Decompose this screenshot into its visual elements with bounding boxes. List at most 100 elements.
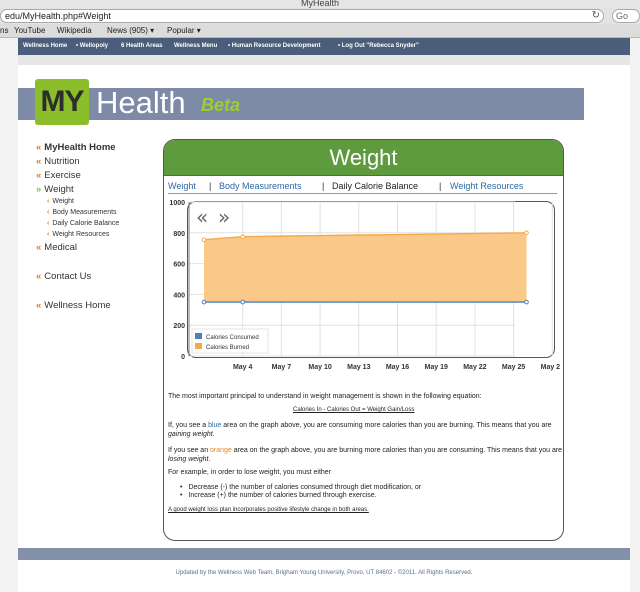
nav-health-areas[interactable]: 6 Health Areas xyxy=(121,38,162,55)
tab-weight[interactable]: Weight xyxy=(168,181,196,191)
calorie-area xyxy=(204,232,527,303)
chevron-icon: « xyxy=(36,300,42,311)
panel-header: Weight xyxy=(164,140,563,176)
chevron-icon: « xyxy=(36,156,42,167)
x-tick-label: May 22 xyxy=(463,364,486,371)
equation: Calories In - Calories Out = Weight Gain… xyxy=(293,407,415,413)
y-tick-label: 800 xyxy=(173,231,185,238)
text-part: If, you see a xyxy=(168,422,209,429)
sidebar-subitem-label: Body Measurements xyxy=(52,209,117,216)
sidebar-item-medical[interactable]: «Medical xyxy=(36,242,77,253)
tab-separator: | xyxy=(439,181,442,191)
chevron-icon: « xyxy=(36,271,42,282)
sidebar-item-home[interactable]: «MyHealth Home xyxy=(36,142,116,153)
sidebar-item-exercise[interactable]: «Exercise xyxy=(36,170,81,181)
point-consumed xyxy=(240,299,245,305)
legend-label: Calories Consumed xyxy=(206,335,259,341)
address-bar[interactable]: edu/MyHealth.php#Weight ↻ xyxy=(0,9,604,23)
x-tick-label: May 19 xyxy=(425,364,448,371)
tab-body-measurements[interactable]: Body Measurements xyxy=(219,181,302,191)
bullet-text: Increase (+) the number of calories burn… xyxy=(188,492,377,499)
sidebar-subitem-label: Weight Resources xyxy=(52,231,110,238)
sidebar-item-wellness-home[interactable]: «Wellness Home xyxy=(36,300,111,311)
bullet-text: Decrease (-) the number of calories cons… xyxy=(188,484,422,491)
sidebar-item-label: Exercise xyxy=(44,170,81,181)
sidebar-item-nutrition[interactable]: «Nutrition xyxy=(36,156,80,167)
bookmark-popular[interactable]: Popular ▾ xyxy=(167,24,201,38)
example-text: For example, in order to lose weight, yo… xyxy=(168,469,332,476)
x-tick-label: May 13 xyxy=(347,364,370,371)
sidebar-subitem-weight[interactable]: ‹ Weight xyxy=(47,198,74,205)
chevron-icon: ‹ xyxy=(47,220,50,227)
calorie-chart: 0 200 400 600 800 1000 May 4 May 7 May 10 May 13 M… xyxy=(169,200,560,371)
intro-text: The most important principal to understa… xyxy=(168,393,482,400)
x-tick-label: May 16 xyxy=(386,364,409,371)
sidebar-item-label: Weight xyxy=(44,184,74,195)
blue-explanation: If, you see a blue area on the graph abo… xyxy=(168,421,563,439)
address-bar-container: edu/MyHealth.php#Weight ↻ Go xyxy=(0,8,640,24)
sidebar-item-label: Wellness Home xyxy=(44,300,111,311)
chevron-icon: ‹ xyxy=(47,209,50,216)
chevron-icon: « xyxy=(36,170,42,181)
point-consumed xyxy=(524,299,529,305)
sidebar-item-label: Contact Us xyxy=(44,271,92,282)
bookmark-item[interactable]: ns xyxy=(0,24,8,38)
nav-wellopoly[interactable]: • Wellopoly xyxy=(76,38,108,55)
browser-search-field[interactable]: Go xyxy=(612,9,640,23)
x-tick-label: May 7 xyxy=(272,364,292,371)
text-part: . xyxy=(208,456,211,463)
point-burned xyxy=(524,230,529,236)
blue-word: blue xyxy=(208,422,222,429)
nav-logout[interactable]: • Log Out "Rebecca Snyder" xyxy=(338,38,419,55)
chevron-icon: ‹ xyxy=(47,198,50,205)
sidebar-subitem-label: Daily Calorie Balance xyxy=(52,220,120,227)
bullet-1: • Decrease (-) the number of calories con… xyxy=(180,484,421,492)
bookmark-youtube[interactable]: YouTube xyxy=(14,24,45,38)
nav-human-resource[interactable]: • Human Resource Development xyxy=(228,38,320,55)
sub-bar xyxy=(18,55,630,65)
bookmark-news[interactable]: News (905) ▾ xyxy=(107,24,154,38)
y-tick-label: 0 xyxy=(181,354,185,361)
next-arrow-icon: » xyxy=(218,205,230,229)
sidebar-item-weight[interactable]: » Weight xyxy=(36,184,74,195)
x-tick-label: May 4 xyxy=(233,364,253,371)
chevron-icon: ‹ xyxy=(47,231,50,238)
tab-weight-resources[interactable]: Weight Resources xyxy=(450,181,523,191)
bullet-dot: • xyxy=(180,484,183,491)
chevron-right-icon: » xyxy=(36,184,42,195)
sidebar-subitem-daily-calorie-balance[interactable]: ‹ Daily Calorie Balance xyxy=(47,220,119,227)
y-tick-label: 400 xyxy=(173,292,185,299)
sidebar-subitem-weight-resources[interactable]: ‹ Weight Resources xyxy=(47,231,109,238)
window-title: MyHealth xyxy=(0,0,640,8)
logo-beta: Beta xyxy=(201,95,241,115)
bullet-dot: • xyxy=(180,492,183,499)
browser-search-label: Go xyxy=(616,11,629,21)
sidebar-item-label: Medical xyxy=(44,242,78,253)
reload-icon[interactable]: ↻ xyxy=(592,10,600,22)
bookmark-wikipedia[interactable]: Wikipedia xyxy=(57,24,92,38)
sidebar-subitem-body-measurements[interactable]: ‹ Body Measurements xyxy=(47,209,117,216)
chevron-icon: « xyxy=(36,242,42,253)
point-consumed xyxy=(201,299,207,305)
legend-label: Calories Burned xyxy=(206,345,249,351)
logo-health: Health xyxy=(96,85,186,120)
point-burned xyxy=(240,234,245,239)
text-part: area on the graph above, you are burning… xyxy=(231,447,563,454)
tab-underline xyxy=(168,193,557,194)
legend-swatch xyxy=(195,343,202,349)
nav-wellness-menu[interactable]: Wellness Menu xyxy=(174,38,217,55)
nav-wellness-home[interactable]: Wellness Home xyxy=(23,38,67,55)
footer-bar xyxy=(18,548,630,560)
footer-text: Updated by the Wellness Web Team, Brigha… xyxy=(175,570,473,576)
orange-word: orange xyxy=(210,447,232,454)
logo-my: MY xyxy=(40,85,85,118)
legend-swatch xyxy=(195,333,202,339)
sidebar-item-label: Nutrition xyxy=(44,156,80,167)
tab-separator: | xyxy=(209,181,212,191)
y-tick-label: 200 xyxy=(173,323,185,330)
tab-daily-calorie-balance[interactable]: Daily Calorie Balance xyxy=(332,181,418,191)
sidebar-item-contact[interactable]: «Contact Us xyxy=(36,271,91,282)
point-burned xyxy=(201,237,207,243)
sidebar-subitem-label: Weight xyxy=(52,198,75,205)
bullet-2: • Increase (+) the number of calories bur… xyxy=(180,492,377,500)
